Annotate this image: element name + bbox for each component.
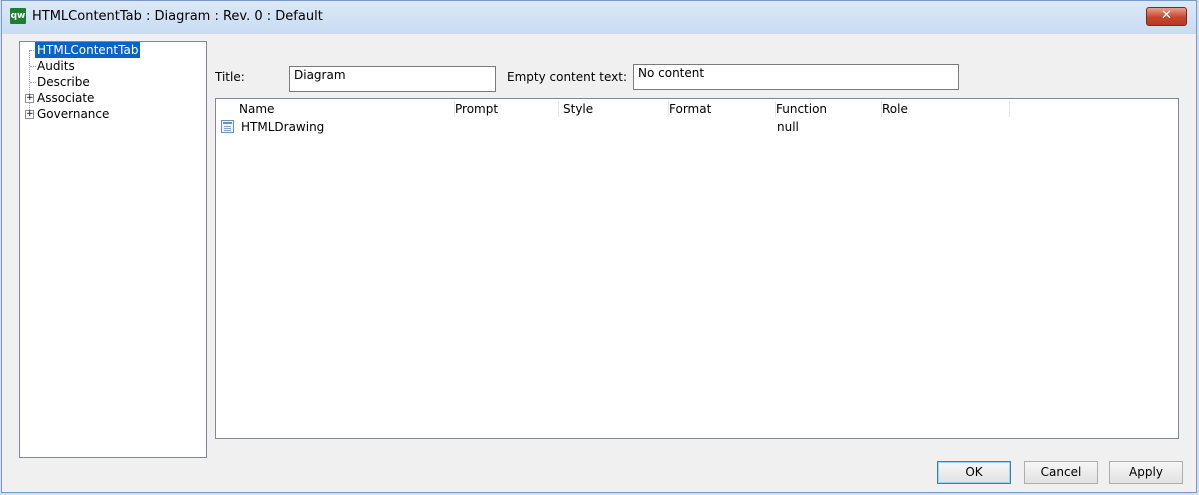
- empty-content-field-value: No content: [638, 66, 705, 80]
- expand-icon[interactable]: +: [25, 94, 34, 103]
- column-header-role[interactable]: Role: [882, 101, 1010, 117]
- table-icon: [221, 120, 234, 133]
- column-header-style[interactable]: Style: [563, 101, 669, 117]
- tree-item-label: HTMLContentTab: [35, 42, 141, 58]
- empty-content-field[interactable]: No content: [633, 64, 959, 90]
- tree-item-label: Describe: [37, 75, 90, 89]
- navigation-tree[interactable]: HTMLContentTab Audits Describe + Associa…: [19, 41, 207, 458]
- tree-item-label: Governance: [37, 107, 110, 121]
- dialog-window: qw HTMLContentTab : Diagram : Rev. 0 : D…: [1, 0, 1197, 493]
- fields-grid[interactable]: Name Prompt Style Format Function Role H…: [215, 98, 1179, 439]
- app-icon: qw: [10, 8, 26, 24]
- ok-button[interactable]: OK: [937, 461, 1011, 484]
- expand-icon[interactable]: +: [25, 110, 34, 119]
- title-bar[interactable]: qw HTMLContentTab : Diagram : Rev. 0 : D…: [2, 1, 1196, 34]
- tree-item-label: Audits: [37, 59, 75, 73]
- title-label: Title:: [215, 70, 245, 84]
- column-header-prompt[interactable]: Prompt: [455, 101, 559, 117]
- apply-button[interactable]: Apply: [1109, 461, 1183, 484]
- close-icon: ✕: [1161, 8, 1172, 23]
- column-header-format[interactable]: Format: [669, 101, 776, 117]
- close-button[interactable]: ✕: [1146, 7, 1187, 26]
- column-header-name[interactable]: Name: [239, 101, 455, 117]
- window-title: HTMLContentTab : Diagram : Rev. 0 : Defa…: [32, 9, 323, 24]
- column-header-function[interactable]: Function: [776, 101, 882, 117]
- cell-function: null: [777, 120, 799, 134]
- tree-item-label: Associate: [37, 91, 95, 105]
- title-field[interactable]: Diagram: [289, 66, 496, 92]
- empty-content-label: Empty content text:: [507, 70, 627, 84]
- title-field-value: Diagram: [294, 68, 346, 82]
- cancel-button[interactable]: Cancel: [1024, 461, 1098, 484]
- cell-name: HTMLDrawing: [241, 120, 325, 134]
